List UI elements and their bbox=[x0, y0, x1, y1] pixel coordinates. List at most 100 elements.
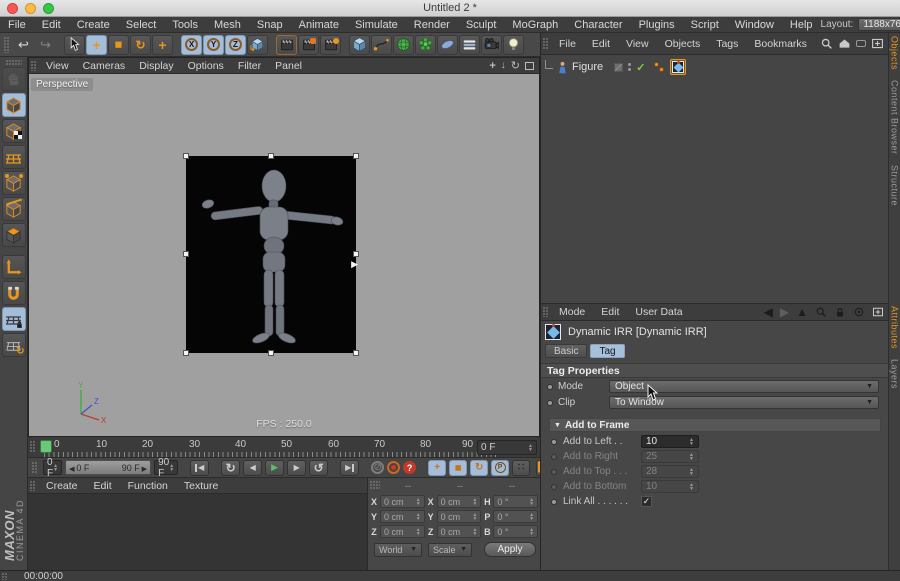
play-button[interactable]: ▶ bbox=[265, 460, 284, 476]
material-menu-edit[interactable]: Edit bbox=[86, 480, 120, 492]
target-icon[interactable] bbox=[853, 306, 865, 318]
lock-z-axis-button[interactable]: Z bbox=[225, 35, 246, 55]
coordinate-space-dropdown[interactable]: World▼ bbox=[374, 543, 422, 557]
viewport-menu-panel[interactable]: Panel bbox=[268, 60, 309, 72]
workplane-mode-button[interactable] bbox=[2, 145, 26, 169]
objects-menu-edit[interactable]: Edit bbox=[584, 38, 618, 50]
key-scale-toggle[interactable]: ◼ bbox=[449, 460, 467, 476]
menu-help[interactable]: Help bbox=[782, 17, 821, 33]
attr-menu-mode[interactable]: Mode bbox=[551, 306, 593, 318]
menu-edit[interactable]: Edit bbox=[34, 17, 69, 33]
add-to-frame-header[interactable]: ▼ Add to Frame bbox=[549, 418, 881, 432]
enable-axis-button[interactable] bbox=[2, 255, 26, 279]
irr-handle[interactable] bbox=[353, 350, 359, 356]
points-mode-button[interactable] bbox=[2, 171, 26, 195]
key-position-toggle[interactable]: + bbox=[428, 460, 446, 476]
timeline-playhead[interactable] bbox=[40, 440, 52, 453]
toggle-view-icon[interactable] bbox=[525, 62, 534, 70]
menu-simulate[interactable]: Simulate bbox=[347, 17, 406, 33]
toolbar-grip[interactable] bbox=[4, 37, 10, 53]
live-selection-tool[interactable] bbox=[64, 35, 85, 55]
tab-basic[interactable]: Basic bbox=[545, 344, 587, 358]
lock-icon[interactable] bbox=[834, 306, 846, 318]
editor-visibility-toggle[interactable] bbox=[614, 63, 623, 72]
menu-mesh[interactable]: Mesh bbox=[206, 17, 249, 33]
workplane-rotate-button[interactable]: ↻ bbox=[2, 333, 26, 357]
tab-layers[interactable]: Layers bbox=[890, 359, 900, 389]
material-grip[interactable] bbox=[30, 481, 36, 491]
interactive-render-region[interactable]: ▶ bbox=[186, 156, 356, 353]
dynamic-irr-tag[interactable] bbox=[670, 59, 686, 75]
lock-y-axis-button[interactable]: Y bbox=[203, 35, 224, 55]
new-panel-icon[interactable] bbox=[872, 306, 884, 318]
previous-frame-button[interactable]: ◀ bbox=[243, 460, 262, 476]
menu-mograph[interactable]: MoGraph bbox=[504, 17, 566, 33]
transport-grip[interactable] bbox=[32, 462, 38, 474]
record-keyframe-button[interactable] bbox=[387, 461, 400, 474]
zoom-view-icon[interactable]: ↓ bbox=[501, 60, 506, 71]
visibility-dots[interactable] bbox=[628, 63, 631, 71]
viewport-menu-display[interactable]: Display bbox=[132, 60, 180, 72]
viewport-menu-options[interactable]: Options bbox=[181, 60, 231, 72]
menu-select[interactable]: Select bbox=[118, 17, 165, 33]
status-grip[interactable] bbox=[2, 573, 8, 580]
link-all-checkbox[interactable]: ✓ bbox=[641, 496, 652, 507]
snap-button[interactable] bbox=[2, 281, 26, 305]
layout-dropdown[interactable]: 1188x766 (User) ▼ bbox=[858, 18, 900, 31]
search-icon[interactable] bbox=[820, 37, 833, 50]
end-frame-field[interactable]: 90 F ▲▼ bbox=[154, 460, 178, 475]
scale-tool[interactable]: ◼ bbox=[108, 35, 129, 55]
camera-label[interactable]: Perspective bbox=[31, 78, 93, 91]
irr-handle[interactable] bbox=[353, 251, 359, 257]
attributes-grip[interactable] bbox=[543, 307, 549, 317]
goto-end-button[interactable]: ▶ bbox=[340, 460, 359, 476]
loop-button[interactable]: ↻ bbox=[221, 460, 240, 476]
camera-button[interactable] bbox=[481, 35, 502, 55]
menu-render[interactable]: Render bbox=[406, 17, 458, 33]
menu-file[interactable]: File bbox=[0, 17, 34, 33]
add-to-left-field[interactable]: 10▲▼ bbox=[641, 435, 699, 448]
menu-create[interactable]: Create bbox=[69, 17, 118, 33]
subdivision-surface-button[interactable] bbox=[393, 35, 414, 55]
texture-mode-button[interactable] bbox=[2, 119, 26, 143]
play-reverse-button[interactable]: ↺ bbox=[309, 460, 328, 476]
rot-h-field[interactable]: 0 °▲▼ bbox=[493, 495, 538, 508]
menu-window[interactable]: Window bbox=[727, 17, 782, 33]
object-row-figure[interactable]: Figure ✓ bbox=[541, 58, 889, 76]
size-x-field[interactable]: 0 cm▲▼ bbox=[437, 495, 482, 508]
move-tool[interactable]: + bbox=[86, 35, 107, 55]
edges-mode-button[interactable] bbox=[2, 197, 26, 221]
goto-start-button[interactable]: ◀ bbox=[190, 460, 209, 476]
stepper-icon[interactable]: ▲▼ bbox=[528, 444, 533, 452]
search-icon[interactable] bbox=[815, 306, 827, 318]
spline-pen-button[interactable] bbox=[371, 35, 392, 55]
irr-handle[interactable] bbox=[268, 350, 274, 356]
new-panel-icon[interactable] bbox=[871, 37, 884, 50]
anim-dot[interactable] bbox=[547, 400, 553, 406]
irr-handle[interactable] bbox=[183, 153, 189, 159]
stepper-icon[interactable]: ▲▼ bbox=[53, 464, 58, 472]
polygons-mode-button[interactable] bbox=[2, 223, 26, 247]
viewport-menu-view[interactable]: View bbox=[39, 60, 76, 72]
sidebar-grip[interactable] bbox=[6, 60, 22, 65]
rotate-tool[interactable]: ↻ bbox=[130, 35, 151, 55]
menu-sculpt[interactable]: Sculpt bbox=[458, 17, 505, 33]
timeline-ruler[interactable]: 0 10 20 30 40 50 60 70 80 90 0 F ▲▼ bbox=[28, 437, 540, 458]
key-parameter-toggle[interactable]: P bbox=[491, 460, 509, 476]
next-frame-button[interactable]: ▶ bbox=[287, 460, 306, 476]
menu-plugins[interactable]: Plugins bbox=[631, 17, 683, 33]
coordinate-system-button[interactable]: ↳ bbox=[247, 35, 268, 55]
coordinates-grip[interactable] bbox=[370, 481, 380, 490]
apply-button[interactable]: Apply bbox=[484, 542, 536, 557]
add-cube-button[interactable] bbox=[349, 35, 370, 55]
objects-menu-tags[interactable]: Tags bbox=[708, 38, 746, 50]
home-icon[interactable] bbox=[838, 37, 851, 50]
tab-structure[interactable]: Structure bbox=[890, 165, 900, 206]
menu-script[interactable]: Script bbox=[683, 17, 727, 33]
tab-objects[interactable]: Objects bbox=[890, 36, 900, 70]
deformer-button[interactable] bbox=[437, 35, 458, 55]
objects-menu-bookmarks[interactable]: Bookmarks bbox=[746, 38, 815, 50]
enabled-check-icon[interactable]: ✓ bbox=[636, 61, 645, 74]
key-pla-toggle[interactable]: ∷ bbox=[512, 460, 530, 476]
rot-b-field[interactable]: 0 °▲▼ bbox=[493, 525, 538, 538]
